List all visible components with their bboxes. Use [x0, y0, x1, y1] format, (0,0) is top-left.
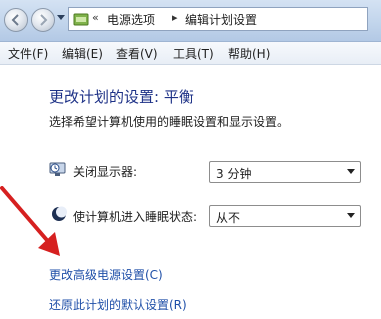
turn-off-display-label: 关闭显示器:: [73, 165, 138, 179]
back-button[interactable]: [4, 8, 28, 32]
address-bar[interactable]: « 电源选项 ▸ 编辑计划设置: [68, 7, 368, 31]
arrow-right-icon: [40, 14, 48, 26]
menu-help[interactable]: 帮助(H): [228, 45, 270, 62]
power-options-icon: [73, 13, 89, 26]
page-title: 更改计划的设置: 平衡: [49, 88, 194, 106]
page-description: 选择希望计算机使用的睡眠设置和显示设置。: [49, 115, 290, 129]
turn-off-display-value: 3 分钟: [216, 167, 252, 181]
forward-button[interactable]: [31, 8, 55, 32]
breadcrumb-power-options[interactable]: 电源选项: [107, 11, 155, 28]
navigation-bar: « 电源选项 ▸ 编辑计划设置: [0, 0, 381, 42]
breadcrumb-overflow[interactable]: «: [92, 11, 99, 24]
menu-bar: 文件(F) 编辑(E) 查看(V) 工具(T) 帮助(H): [0, 42, 381, 65]
restore-defaults-link[interactable]: 还原此计划的默认设置(R): [49, 296, 187, 313]
chevron-down-icon[interactable]: [57, 15, 65, 21]
sleep-value: 从不: [216, 211, 241, 225]
dropdown-arrow-icon: [347, 169, 355, 174]
arrow-left-icon: [11, 14, 19, 26]
dropdown-arrow-icon: [347, 213, 355, 218]
breadcrumb-edit-plan-settings[interactable]: 编辑计划设置: [185, 11, 257, 28]
menu-view[interactable]: 查看(V): [116, 45, 158, 62]
sleep-select[interactable]: 从不: [209, 205, 361, 227]
menu-file[interactable]: 文件(F): [8, 45, 48, 62]
sleep-label: 使计算机进入睡眠状态:: [73, 210, 198, 224]
breadcrumb-separator[interactable]: ▸: [172, 11, 178, 24]
turn-off-display-select[interactable]: 3 分钟: [209, 161, 361, 183]
menu-tools[interactable]: 工具(T): [173, 45, 214, 62]
menu-edit[interactable]: 编辑(E): [62, 45, 103, 62]
monitor-clock-icon: [49, 162, 66, 176]
annotation-arrow-icon: [0, 186, 60, 256]
advanced-power-settings-link[interactable]: 更改高级电源设置(C): [49, 266, 163, 283]
